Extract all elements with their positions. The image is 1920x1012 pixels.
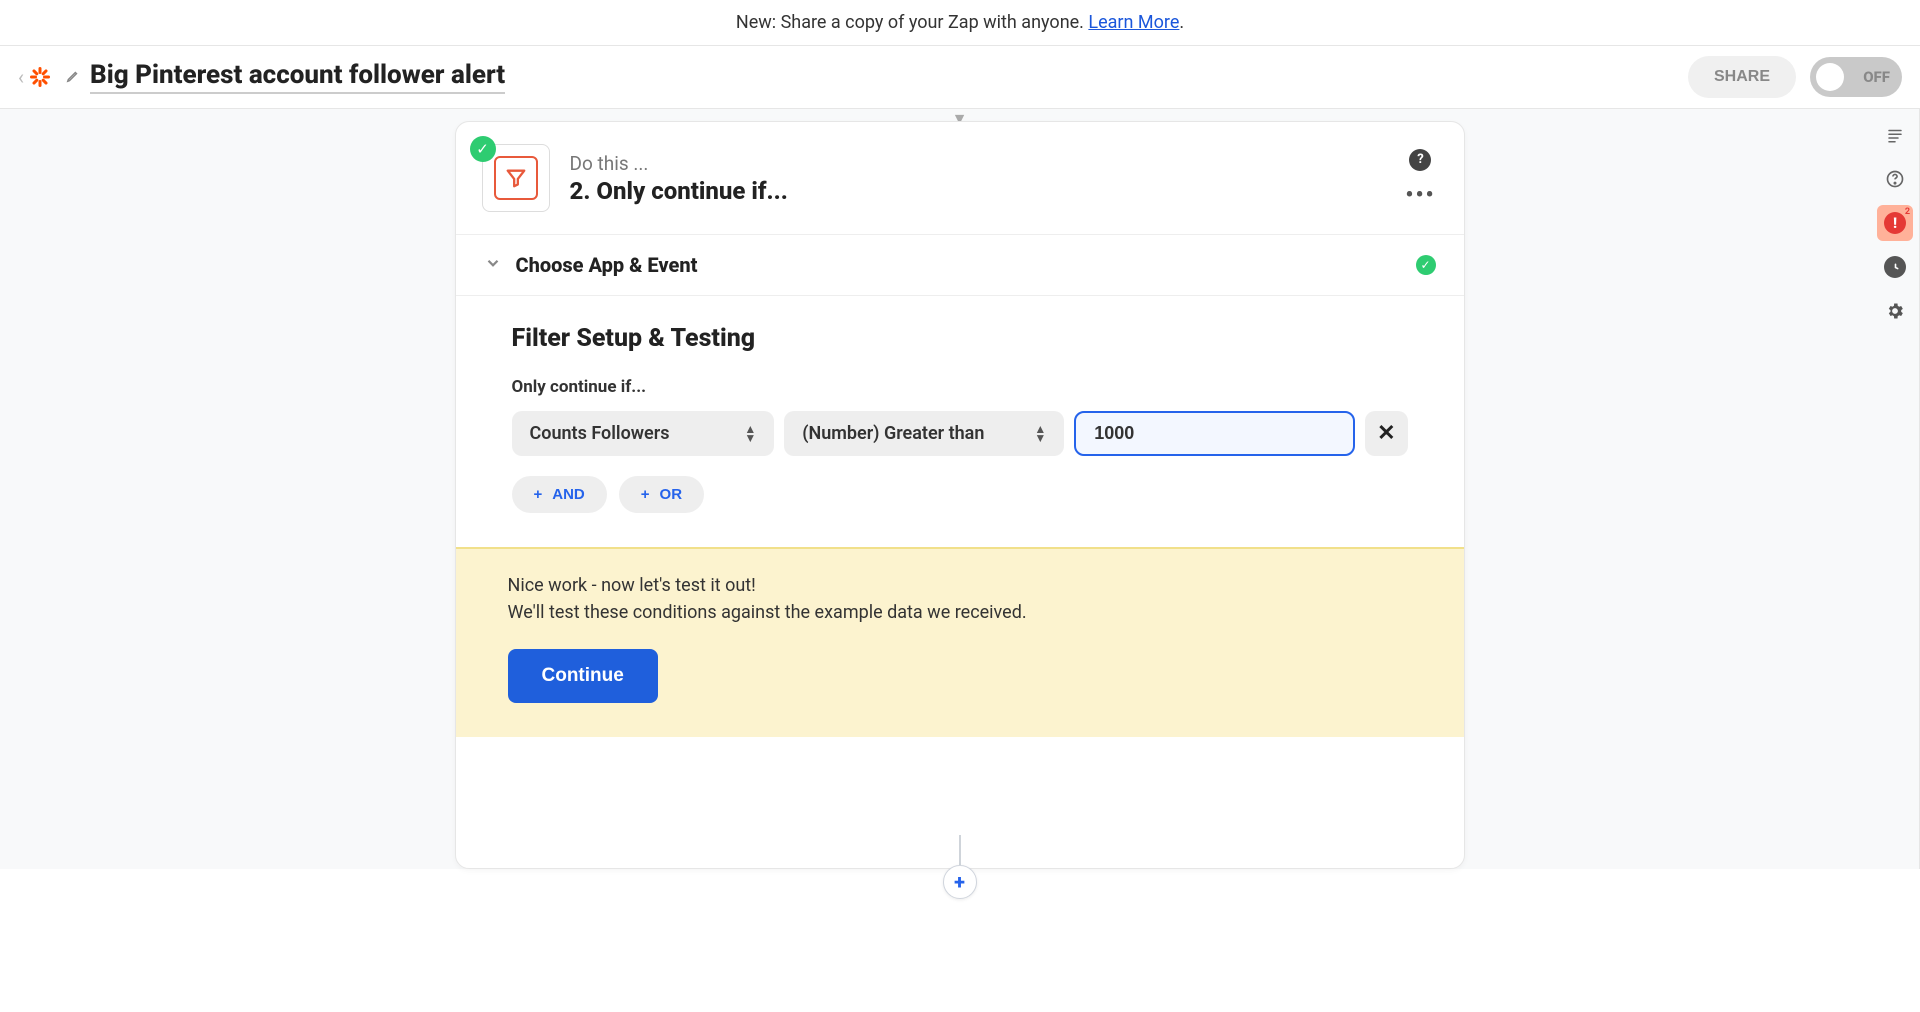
plus-icon: + [954,870,965,894]
rail-alerts-button[interactable]: ! 2 [1877,205,1913,241]
filter-setup-body: Filter Setup & Testing Only continue if.… [456,296,1464,547]
step-subtitle: Do this ... [570,152,1386,175]
side-rail: ! 2 [1871,109,1919,329]
step-title: 2. Only continue if... [570,177,1386,205]
toggle-knob [1816,63,1844,91]
add-step-connector: + [943,835,977,899]
step-status-check-icon: ✓ [470,136,496,162]
filter-icon [494,156,538,200]
close-icon: ✕ [1377,421,1395,446]
editor-canvas: ▼ ✓ Do this ... 2. Only continue if... ?… [0,109,1920,869]
filter-condition-select[interactable]: (Number) Greater than ▲▼ [784,411,1064,456]
add-or-button[interactable]: + OR [619,476,704,513]
zap-title[interactable]: Big Pinterest account follower alert [90,60,505,94]
promo-banner: New: Share a copy of your Zap with anyon… [0,0,1920,46]
plus-icon: + [641,486,650,503]
share-button[interactable]: SHARE [1688,56,1796,98]
zapier-logo-icon[interactable] [28,65,52,89]
step-more-icon[interactable]: ••• [1405,183,1435,208]
step-card: ✓ Do this ... 2. Only continue if... ? •… [455,121,1465,869]
test-line-1: Nice work - now let's test it out! [508,575,1412,596]
alert-icon: ! [1884,212,1906,234]
step-header[interactable]: Do this ... 2. Only continue if... ? ••• [456,122,1464,234]
filter-heading: Filter Setup & Testing [512,324,1408,353]
filter-condition-row: Counts Followers ▲▼ (Number) Greater tha… [512,411,1408,456]
filter-label: Only continue if... [512,377,1408,397]
test-panel: Nice work - now let's test it out! We'll… [456,547,1464,737]
section-status-check-icon: ✓ [1416,255,1436,275]
or-label: OR [660,486,683,503]
test-line-2: We'll test these conditions against the … [508,602,1412,623]
toggle-label: OFF [1863,68,1890,86]
continue-button[interactable]: Continue [508,649,658,703]
add-step-button[interactable]: + [943,865,977,899]
filter-value-input[interactable] [1074,411,1355,456]
filter-field-select[interactable]: Counts Followers ▲▼ [512,411,775,456]
rail-help-icon[interactable] [1877,161,1913,197]
filter-condition-value: (Number) Greater than [802,423,984,444]
add-and-button[interactable]: + AND [512,476,607,513]
plus-icon: + [534,486,543,503]
banner-text: New: Share a copy of your Zap with anyon… [736,12,1089,33]
alert-count-badge: 2 [1905,207,1910,217]
section-title: Choose App & Event [516,253,1416,277]
banner-learn-more-link[interactable]: Learn More [1088,12,1179,33]
rail-history-icon[interactable] [1877,249,1913,285]
filter-field-value: Counts Followers [530,423,670,444]
top-bar: ‹ Big Pinterest account follower alert S… [0,46,1920,109]
rail-settings-icon[interactable] [1877,293,1913,329]
zap-enable-toggle[interactable]: OFF [1810,57,1902,97]
banner-suffix: . [1179,12,1184,33]
rail-outline-icon[interactable] [1877,117,1913,153]
select-arrows-icon: ▲▼ [1034,425,1046,442]
chevron-down-icon [484,254,502,276]
remove-condition-button[interactable]: ✕ [1365,411,1407,456]
choose-app-event-section[interactable]: Choose App & Event ✓ [456,234,1464,296]
select-arrows-icon: ▲▼ [744,425,756,442]
back-icon[interactable]: ‹ [18,65,24,89]
edit-title-icon[interactable] [66,68,80,87]
and-label: AND [552,486,585,503]
step-help-icon[interactable]: ? [1409,149,1431,171]
